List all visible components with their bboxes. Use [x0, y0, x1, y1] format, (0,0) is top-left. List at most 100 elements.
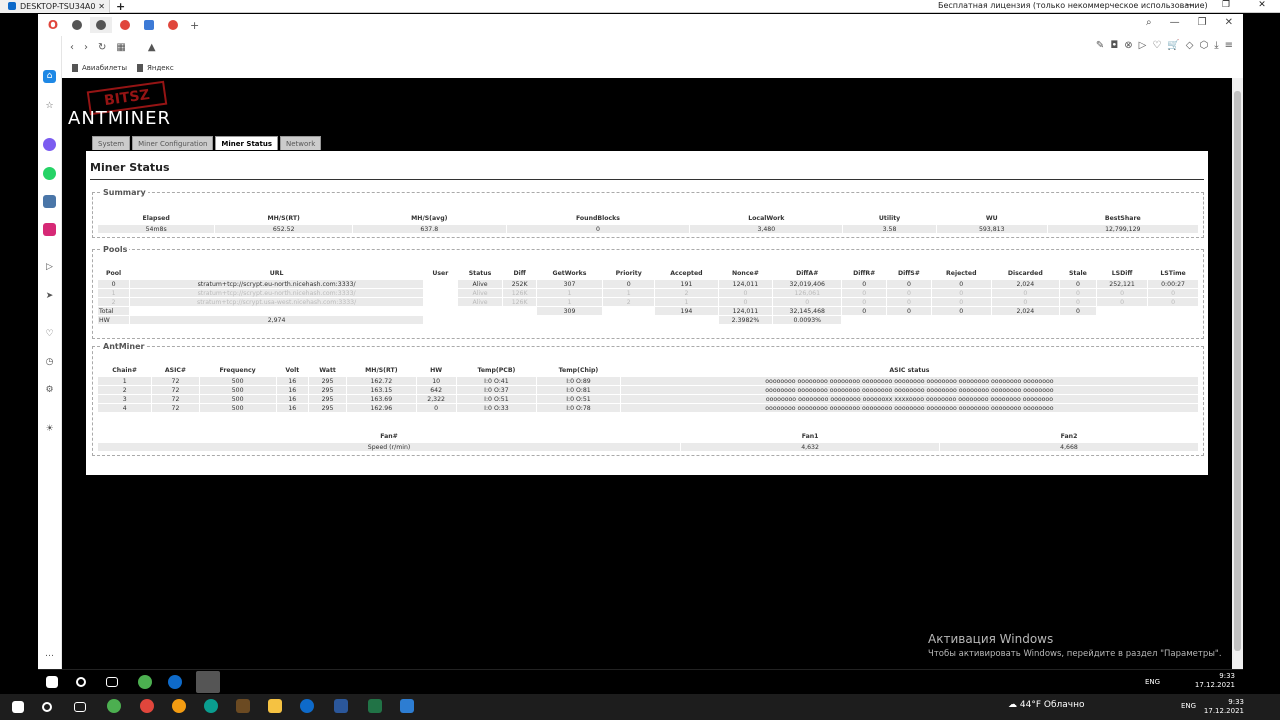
bookmark-page-icon	[137, 64, 144, 72]
camera-icon[interactable]: ◘	[1110, 40, 1118, 51]
table-cell	[931, 316, 991, 324]
browser-tab[interactable]	[66, 17, 88, 33]
history-icon[interactable]: ◷	[43, 356, 56, 369]
minimize-icon[interactable]: —	[1172, 0, 1208, 10]
close-tab-icon[interactable]: ✕	[98, 2, 105, 11]
table-cell: 0	[842, 280, 887, 288]
tab-search-icon[interactable]: ⌕	[1146, 17, 1152, 28]
table-cell: 295	[308, 377, 347, 385]
new-tab-button[interactable]: +	[190, 19, 199, 32]
download-icon[interactable]: ⤓	[1214, 40, 1218, 51]
menu-icon[interactable]: ≡	[1225, 40, 1233, 51]
maximize-icon[interactable]: ❐	[1208, 0, 1244, 10]
search-icon[interactable]	[76, 677, 86, 687]
bookmark-item[interactable]: Яндекс	[137, 64, 174, 72]
weather-widget[interactable]: ☁ 44°F Облачно	[1008, 700, 1084, 710]
minimize-icon[interactable]: —	[1170, 17, 1180, 28]
excel-icon[interactable]	[368, 699, 382, 713]
close-icon[interactable]: ✕	[1225, 17, 1233, 28]
table-cell	[130, 307, 423, 315]
task-view-icon[interactable]	[74, 702, 86, 712]
cart-icon[interactable]: 🛒	[1167, 40, 1179, 51]
clock[interactable]: 9:33 17.12.2021	[1204, 698, 1244, 716]
opera-icon[interactable]	[140, 699, 154, 713]
settings-icon[interactable]: ⚙	[43, 384, 56, 397]
instagram-icon[interactable]	[43, 223, 56, 236]
table-cell: 1	[98, 289, 130, 297]
clock-date: 17.12.2021	[1203, 707, 1244, 715]
remote-session-tab[interactable]: DESKTOP-TSU34A0 ✕	[0, 0, 110, 13]
extension-icon[interactable]: ⬡	[1199, 40, 1208, 51]
app-icon[interactable]	[400, 699, 414, 713]
tab-network[interactable]: Network	[280, 136, 322, 150]
player-icon[interactable]: ▷	[43, 261, 56, 274]
page-scrollbar[interactable]	[1232, 78, 1243, 669]
opera-menu-button[interactable]: O	[42, 17, 64, 33]
table-cell: 0	[1148, 289, 1198, 297]
chrome-icon[interactable]	[138, 675, 152, 689]
table-cell: 163.15	[347, 386, 416, 394]
close-icon[interactable]: ✕	[1244, 0, 1280, 10]
reload-icon[interactable]: ↻	[98, 42, 106, 53]
opera-sidebar: ⌂ ☆ ▷ ➤ ♡ ◷ ⚙ ☀ …	[38, 36, 62, 669]
column-header: Discarded	[1007, 269, 1043, 277]
browser-tab[interactable]	[138, 17, 160, 33]
table-cell: 4,668	[940, 443, 1198, 451]
forward-icon[interactable]: ›	[84, 42, 88, 53]
start-icon[interactable]	[46, 676, 58, 688]
edit-icon[interactable]: ✎	[1096, 40, 1104, 51]
send-icon[interactable]: ➤	[43, 290, 56, 303]
new-session-button[interactable]: +	[116, 0, 125, 13]
wallet-icon[interactable]: ◇	[1186, 40, 1194, 51]
tips-icon[interactable]: ☀	[43, 423, 56, 436]
play-icon[interactable]: ▷	[1139, 40, 1147, 51]
browser-tab[interactable]	[162, 17, 184, 33]
language-indicator[interactable]: ENG	[1145, 678, 1160, 686]
tab-miner-status[interactable]: Miner Status	[215, 136, 279, 150]
heart-icon[interactable]: ♡	[1152, 40, 1161, 51]
file-explorer-icon[interactable]	[268, 699, 282, 713]
table-cell: 500	[199, 377, 276, 385]
table-cell	[423, 280, 457, 288]
back-icon[interactable]: ‹	[70, 42, 74, 53]
table-cell: 3	[98, 395, 152, 403]
task-view-icon[interactable]	[106, 677, 118, 687]
messenger-icon[interactable]	[43, 138, 56, 151]
browser-tab[interactable]	[114, 17, 136, 33]
chrome-icon[interactable]	[107, 699, 121, 713]
column-header: Rejected	[945, 269, 977, 277]
table-cell: 124,011	[718, 307, 773, 315]
whatsapp-icon[interactable]	[43, 167, 56, 180]
speed-dial-icon[interactable]: ☆	[43, 100, 56, 113]
table-cell: 0	[887, 289, 931, 297]
fans-table: Fan# Fan1 Fan2 Speed (r/min) 4,632 4,668	[97, 429, 1199, 452]
browser-tab-active[interactable]	[90, 17, 112, 33]
app-icon[interactable]	[172, 699, 186, 713]
tab-miner-configuration[interactable]: Miner Configuration	[132, 136, 214, 150]
adblock-icon[interactable]: ⊗	[1124, 40, 1132, 51]
language-indicator[interactable]: ENG	[1181, 702, 1196, 710]
maximize-icon[interactable]: ❐	[1198, 17, 1207, 28]
table-cell: 16	[276, 386, 308, 394]
favorites-icon[interactable]: ♡	[43, 328, 56, 341]
tab-system[interactable]: System	[92, 136, 131, 150]
vk-icon[interactable]	[43, 195, 56, 208]
tabs-grid-icon[interactable]: ▦	[116, 42, 125, 53]
warning-icon[interactable]: ▲	[148, 42, 156, 53]
table-cell	[1148, 316, 1198, 324]
teamviewer-icon[interactable]	[168, 675, 182, 689]
opera-taskbar-icon[interactable]	[196, 671, 220, 693]
more-icon[interactable]: …	[43, 648, 56, 661]
teamviewer-icon[interactable]	[300, 699, 314, 713]
bookmark-item[interactable]: Авиабилеты	[72, 64, 127, 72]
home-icon[interactable]: ⌂	[43, 70, 56, 83]
app-icon[interactable]	[236, 699, 250, 713]
scrollbar-thumb[interactable]	[1234, 91, 1241, 651]
table-cell: 191	[655, 280, 718, 288]
search-icon[interactable]	[42, 702, 52, 712]
start-icon[interactable]	[12, 701, 24, 713]
tab-favicon-icon	[144, 20, 154, 30]
edge-icon[interactable]	[204, 699, 218, 713]
word-icon[interactable]	[334, 699, 348, 713]
clock[interactable]: 9:33 17.12.2021	[1195, 672, 1235, 690]
